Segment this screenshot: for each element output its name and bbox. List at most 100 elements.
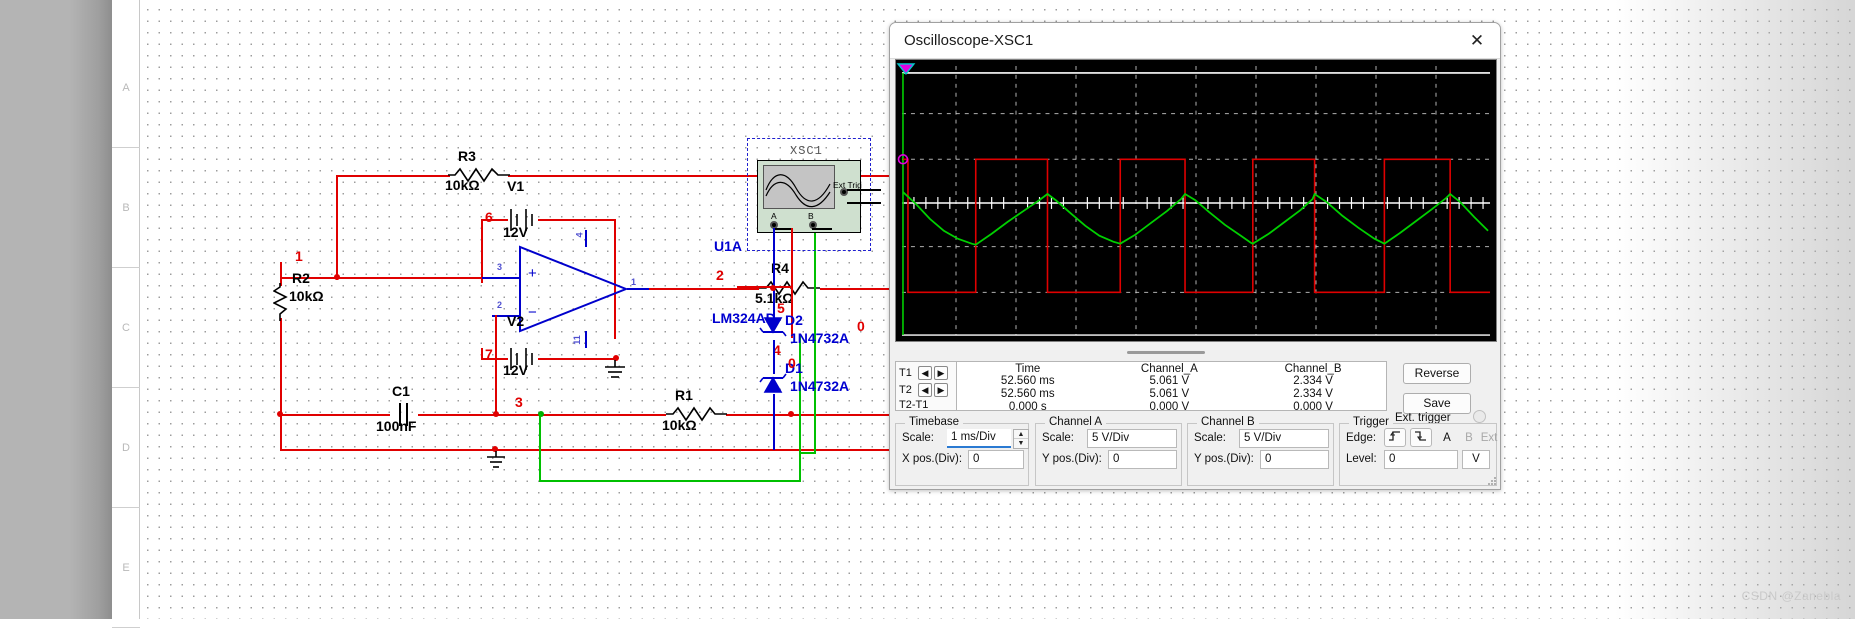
trigger-level-input[interactable]: 0 [1384,450,1458,469]
wire-probe-a-blue [773,228,775,320]
wire-a-terminal [773,228,793,230]
timebase-mode-yt[interactable]: Y/T [898,489,927,490]
timebase-scale-stepper[interactable]: ▲ ▼ [1013,429,1029,449]
label-r3-value: 10kΩ [445,177,480,193]
wire-between-diodes [773,340,775,374]
trigger-level-unit[interactable]: V [1462,450,1490,469]
channel-b-coupling-gnd[interactable]: 0 [1227,489,1258,490]
opamp-u1a-symbol: + − [519,245,629,333]
wire-r2-bottom [280,318,282,416]
label-v2-ref: V2 [507,313,525,329]
t1-channel-b: 2.334 V [1293,375,1333,387]
label-pin-11: 11 [571,335,582,345]
wire-c1-right [418,414,496,416]
trigger-source-ext[interactable]: Ext [1478,428,1500,447]
t1-channel-a: 5.061 V [1149,375,1190,387]
window-resize-grip[interactable] [1487,476,1497,486]
t2-left-arrow-icon[interactable]: ◀ [918,382,932,397]
cursor-t2-row[interactable]: T2 ◀ ▶ [899,382,948,397]
ext-trigger-indicator[interactable] [1473,410,1486,423]
svg-text:+: + [528,265,537,282]
channel-a-scale-label: Scale: [1042,432,1074,444]
timebase-scale-input[interactable]: 1 ms/Div [947,429,1011,448]
label-net-6: 6 [485,209,493,225]
scope-display[interactable] [895,59,1497,342]
t1-right-arrow-icon[interactable]: ▶ [934,365,948,380]
trigger-source-b[interactable]: B [1459,428,1479,447]
close-icon[interactable]: ✕ [1464,31,1490,53]
scope-scrollbar-thumb[interactable] [1127,351,1205,354]
wire-green-node3-down [539,414,541,482]
timebase-xpos-label: X pos.(Div): [902,453,963,465]
cursor-delta-row: T2-T1 [899,397,939,412]
channel-a-legend: Channel A [1045,416,1107,428]
label-pin-2: 2 [497,300,503,310]
trigger-edge-falling-icon[interactable] [1410,428,1432,447]
channel-a-coupling-gnd[interactable]: 0 [1075,489,1106,490]
channel-b-ypos-label: Y pos.(Div): [1194,453,1254,465]
channel-a-coupling-dc[interactable]: DC [1110,489,1141,490]
timebase-legend: Timebase [905,416,964,428]
channel-b-scale-input[interactable]: 5 V/Div [1239,429,1329,448]
channel-b-coupling-dc[interactable]: DC [1262,489,1293,490]
cursor-col-time: Time [1015,363,1041,375]
channel-a-coupling-ac[interactable]: AC [1040,489,1071,490]
reverse-button[interactable]: Reverse [1403,363,1471,384]
wire-r1-left [496,414,666,416]
channel-b-coupling-ac[interactable]: AC [1192,489,1223,490]
trigger-mode-auto[interactable]: Auto [1444,489,1483,490]
scope-waveform-plot [896,60,1496,341]
stepper-up-icon[interactable]: ▲ [1014,430,1028,439]
save-button[interactable]: Save [1403,393,1471,414]
timebase-mode-add[interactable]: Add [931,489,962,490]
wire-node1 [280,277,482,279]
label-d2-ref: D2 [785,312,803,328]
trigger-mode-normal[interactable]: Normal [1391,489,1440,490]
timebase-mode-ba[interactable]: B/A [966,489,995,490]
ruler-cell-b: B [112,148,140,268]
channel-a-ypos-label: Y pos.(Div): [1042,453,1102,465]
wire-c1-left [280,414,390,416]
cursor-stepper-group[interactable]: T1 ◀ ▶ T2 ◀ ▶ T2-T1 [895,361,957,411]
cursor-delta-label: T2-T1 [899,398,929,411]
label-net-2: 2 [716,267,724,283]
ruler-cell-d: D [112,388,140,508]
label-r2-ref: R2 [292,270,310,286]
wire-r3-down-left [336,175,338,280]
channel-a-scale-input[interactable]: 5 V/Div [1087,429,1177,448]
stepper-down-icon[interactable]: ▼ [1014,439,1028,448]
channel-a-ypos-input[interactable]: 0 [1108,450,1177,469]
label-pin-4: 4 [574,232,585,238]
ruler-cell-e: E [112,508,140,628]
timebase-mode-ab[interactable]: A/B [999,489,1028,490]
wire-opamp-plus-in [480,277,520,279]
window-titlebar[interactable]: Oscilloscope-XSC1 ✕ [890,23,1500,59]
cursor-readout-block: T1 ◀ ▶ T2 ◀ ▶ T2-T1 Time Channel_A Chann… [895,361,1387,413]
trigger-mode-single[interactable]: Single [1342,489,1387,490]
trigger-source-a[interactable]: A [1436,428,1458,447]
table-row: 52.560 ms 5.061 V 2.334 V [957,388,1386,401]
cursor-table-header-row: Time Channel_A Channel_B [957,362,1386,375]
ruler-cell-c: C [112,268,140,388]
trigger-edge-rising-icon[interactable] [1384,428,1406,447]
junction-red-probe-bottom [788,411,794,417]
t1-left-arrow-icon[interactable]: ◀ [918,365,932,380]
cursor-col-channel-a: Channel_A [1140,363,1198,375]
channel-b-ypos-input[interactable]: 0 [1260,450,1329,469]
label-pin-3: 3 [497,262,503,272]
t2-channel-a: 5.061 V [1149,388,1190,400]
channel-b-group: Channel B Scale: 5 V/Div Y pos.(Div): 0 [1187,416,1334,486]
scope-scrollbar[interactable] [895,345,1497,361]
cursor-t1-row[interactable]: T1 ◀ ▶ [899,365,948,380]
timebase-xpos-input[interactable]: 0 [968,450,1024,469]
label-v2-value: 12V [503,362,528,378]
trigger-mode-none[interactable]: None [1487,489,1501,490]
delta-channel-b: 0.000 V [1293,401,1333,413]
ground-symbol-supply [605,360,625,378]
oscilloscope-window[interactable]: Oscilloscope-XSC1 ✕ T1 ◀ ▶ T2 ◀ ▶ T2-T1 … [889,22,1501,490]
t2-right-arrow-icon[interactable]: ▶ [934,382,948,397]
delta-time: 0.000 s [1008,401,1047,413]
channel-b-invert[interactable]: - [1297,489,1321,490]
cursor-t2-label: T2 [899,383,912,396]
wire-ext-trig-minus [847,202,881,204]
